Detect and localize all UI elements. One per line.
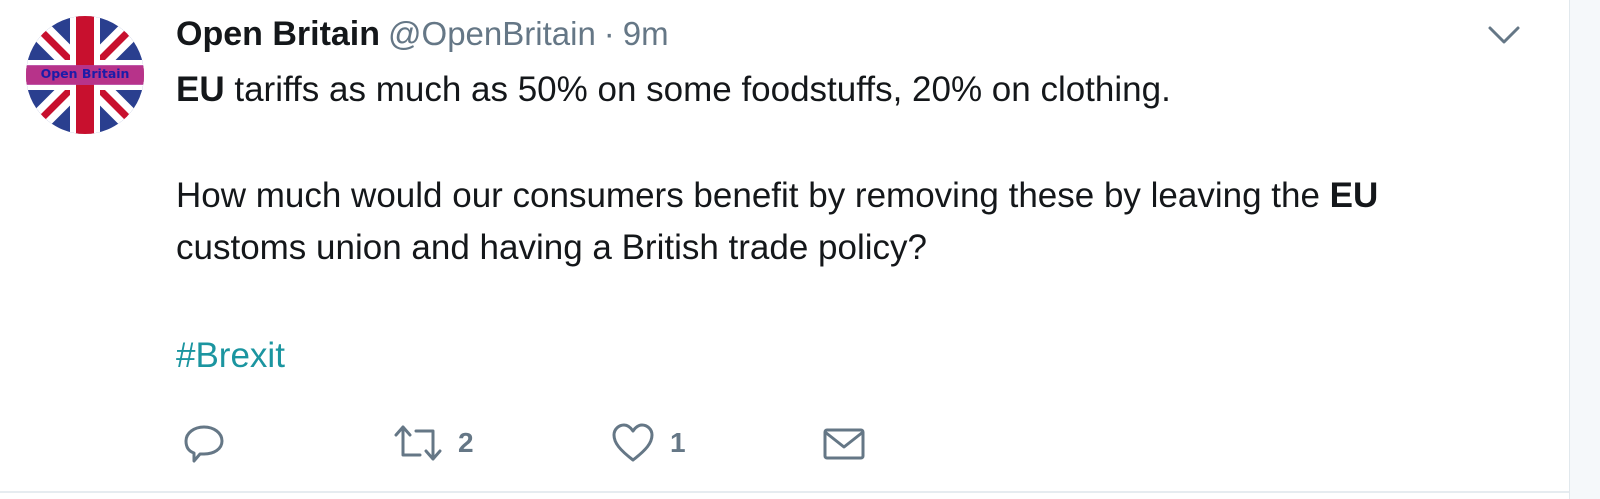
tweet-header: Open Britain @OpenBritain · 9m <box>176 14 669 54</box>
retweet-button[interactable]: 2 <box>392 416 474 470</box>
avatar-label: Open Britain <box>40 66 130 81</box>
hashtag-text[interactable]: #Brexit <box>176 336 285 375</box>
like-count: 1 <box>670 427 686 458</box>
scrollbar-track[interactable] <box>1569 0 1600 499</box>
keyword-highlight: EU <box>1329 176 1379 215</box>
author-handle[interactable]: @OpenBritain <box>388 15 596 52</box>
separator-dot: · <box>603 15 615 52</box>
tweet-text: EU tariffs as much as 50% on some foodst… <box>176 64 1506 382</box>
tweet-card: Open Britain Open Britain @OpenBritain · 9m… <box>0 0 1600 499</box>
reply-button[interactable] <box>180 416 228 470</box>
author-name[interactable]: Open Britain <box>176 15 380 53</box>
retweet-icon <box>394 425 442 461</box>
like-button[interactable]: 1 <box>610 416 686 470</box>
hashtag-link[interactable]: #Brexit <box>176 330 1506 382</box>
tweet-line-2: How much would our consumers benefit by … <box>176 170 1506 222</box>
heart-icon <box>612 423 654 462</box>
tweet-line-1: EU tariffs as much as 50% on some foodst… <box>176 64 1506 116</box>
tweet-line-1-text: tariffs as much as 50% on some foodstuff… <box>224 70 1171 109</box>
keyword-highlight: EU <box>176 70 225 109</box>
avatar[interactable]: Open Britain <box>26 16 144 134</box>
tweet-line-2-text: How much would our consumers benefit by … <box>176 176 1330 215</box>
direct-message-button[interactable] <box>820 416 868 470</box>
retweet-count: 2 <box>458 427 474 458</box>
tweet-actions: 2 1 <box>180 416 980 470</box>
envelope-icon <box>823 428 865 460</box>
chevron-down-icon[interactable] <box>1486 22 1522 48</box>
tweet-line-3: customs union and having a British trade… <box>176 228 927 267</box>
reply-icon <box>184 425 224 463</box>
divider <box>0 491 1570 493</box>
tweet-time[interactable]: 9m <box>623 15 669 52</box>
